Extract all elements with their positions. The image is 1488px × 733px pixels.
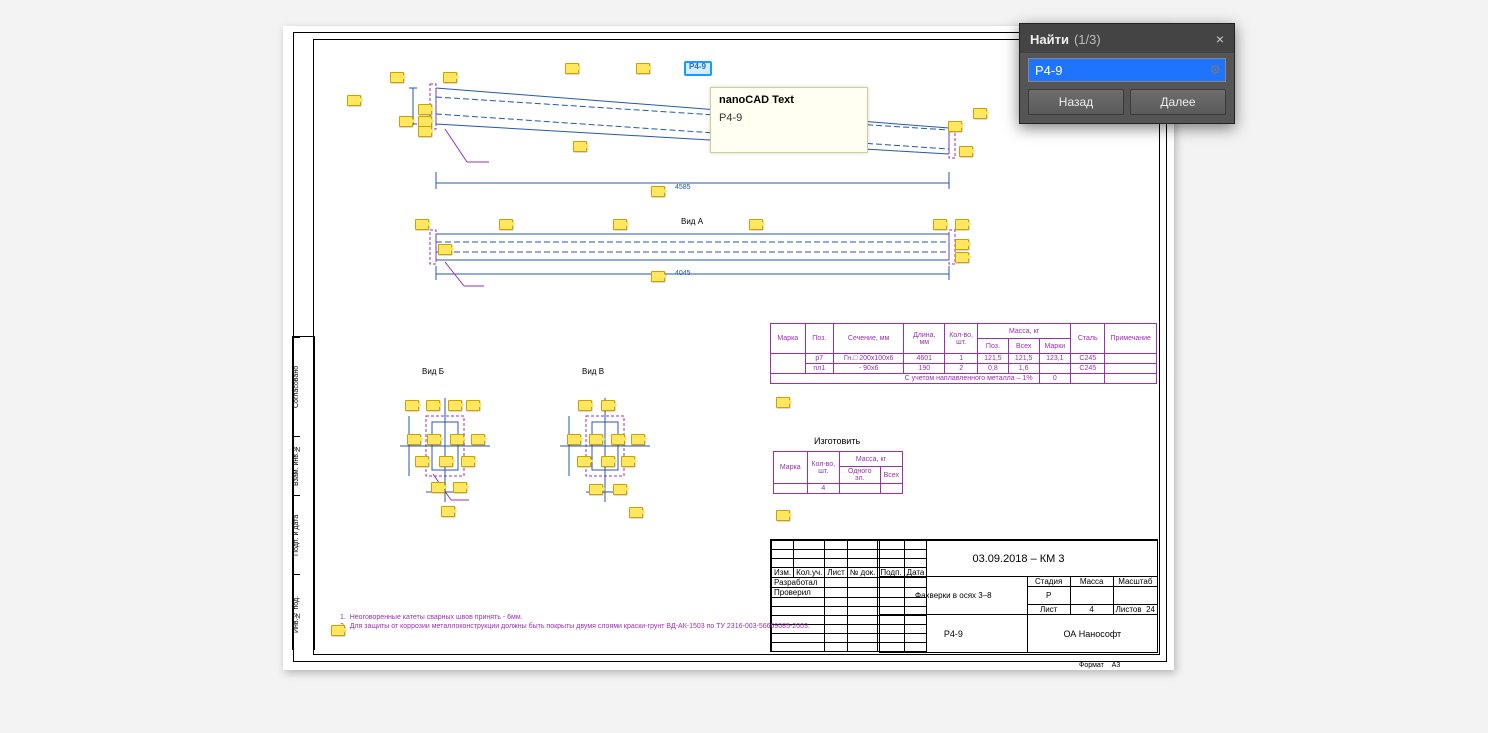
annotation-tag-icon[interactable]: [448, 400, 462, 411]
annotation-tag-icon[interactable]: [415, 219, 429, 230]
dim-label: 4045: [675, 270, 691, 277]
tooltip-title: nanoCAD Text: [719, 94, 859, 106]
annotation-tag-icon[interactable]: [443, 72, 457, 83]
annotation-tag-icon[interactable]: [461, 456, 475, 467]
annotation-tag-icon[interactable]: [601, 400, 615, 411]
view-a-label: Вид А: [681, 217, 703, 226]
annotation-tag-icon[interactable]: [331, 625, 345, 636]
annotation-tag-icon[interactable]: [431, 482, 445, 493]
annotation-tag-icon[interactable]: [399, 116, 413, 127]
annotation-tag-icon[interactable]: [567, 434, 581, 445]
notes: 1. Неоговоренные катеты сварных швов при…: [340, 613, 810, 631]
annotation-tag-icon[interactable]: [405, 400, 419, 411]
annotation-tag-icon[interactable]: [573, 141, 587, 152]
annotation-tag-icon[interactable]: [578, 400, 592, 411]
annotation-tag-icon[interactable]: [973, 108, 987, 119]
tooltip-value: Р4-9: [719, 112, 859, 124]
annotation-tag-icon[interactable]: [577, 456, 591, 467]
annotation-tag-icon[interactable]: [589, 434, 603, 445]
format-label: Формат А3: [1079, 662, 1120, 669]
annotation-tag-icon[interactable]: [418, 126, 432, 137]
bottom-beam-drawing: [409, 214, 961, 294]
annotation-tag-icon[interactable]: [407, 434, 421, 445]
view-v-label: Вид В: [582, 367, 604, 376]
annotation-tag-icon[interactable]: [651, 271, 665, 282]
annotation-tag-icon[interactable]: [601, 456, 615, 467]
annotation-tag-icon[interactable]: [933, 219, 947, 230]
binding-row: Взам. инв.№: [293, 436, 300, 495]
annotation-tag-icon[interactable]: [471, 434, 485, 445]
binding-strip: Согласовано Взам. инв.№ Подп. и дата Инв…: [292, 336, 315, 650]
binding-row: Согласовано: [293, 337, 300, 436]
annotation-tag-icon[interactable]: [629, 507, 643, 518]
top-beam-drawing: [409, 74, 961, 194]
find-next-button[interactable]: Далее: [1130, 89, 1226, 115]
find-prev-button[interactable]: Назад: [1028, 89, 1124, 115]
annotation-tag-icon[interactable]: [439, 456, 453, 467]
gear-icon[interactable]: ⚙: [1209, 62, 1221, 78]
annotation-tag-icon[interactable]: [636, 63, 650, 74]
annotation-tag-icon[interactable]: [427, 434, 441, 445]
close-icon[interactable]: ×: [1216, 31, 1224, 47]
annotation-tag-icon[interactable]: [651, 186, 665, 197]
annotation-tag-icon[interactable]: [589, 484, 603, 495]
spec-table-2: Марка Кол-во, шт. Масса, кг Одного эл.Вс…: [773, 451, 903, 494]
annotation-tag-icon[interactable]: [347, 95, 361, 106]
find-input[interactable]: [1028, 58, 1226, 82]
highlight-text: Р4-9: [689, 62, 706, 71]
annotation-tag-icon[interactable]: [613, 484, 627, 495]
annotation-tag-icon[interactable]: [621, 456, 635, 467]
annotation-tag-icon[interactable]: [959, 146, 973, 157]
annotation-tag-icon[interactable]: [390, 72, 404, 83]
annotation-tag-icon[interactable]: [418, 104, 432, 115]
annotation-tag-icon[interactable]: [453, 482, 467, 493]
title-block: Изм.Кол.уч.Лист№ док.Подп.Дата Разработа…: [770, 539, 1158, 652]
annotation-tag-icon[interactable]: [776, 510, 790, 521]
binding-row: Подп. и дата: [293, 495, 300, 574]
find-header[interactable]: Найти (1/3) ×: [1020, 24, 1234, 53]
hover-tooltip: nanoCAD Text Р4-9: [710, 87, 868, 153]
annotation-tag-icon[interactable]: [613, 219, 627, 230]
annotation-tag-icon[interactable]: [955, 219, 969, 230]
find-count: (1/3): [1074, 32, 1101, 47]
find-panel: Найти (1/3) × ⚙ Назад Далее: [1019, 23, 1235, 124]
annotation-tag-icon[interactable]: [466, 400, 480, 411]
annotation-tag-icon[interactable]: [441, 506, 455, 517]
find-title: Найти: [1030, 32, 1069, 47]
annotation-tag-icon[interactable]: [955, 252, 969, 263]
view-b-label: Вид Б: [422, 367, 444, 376]
annotation-tag-icon[interactable]: [631, 434, 645, 445]
dim-label: 4585: [675, 184, 691, 191]
binding-row: Инв.№ под.: [293, 574, 300, 653]
annotation-tag-icon[interactable]: [611, 434, 625, 445]
annotation-tag-icon[interactable]: [499, 219, 513, 230]
annotation-tag-icon[interactable]: [565, 63, 579, 74]
izgotovit-label: Изготовить: [814, 436, 860, 446]
annotation-tag-icon[interactable]: [438, 244, 452, 255]
annotation-tag-icon[interactable]: [948, 121, 962, 132]
spec-table-1: Марка Поз. Сечение, мм Длина, мм Кол-во,…: [770, 323, 1157, 384]
annotation-tag-icon[interactable]: [749, 219, 763, 230]
annotation-tag-icon[interactable]: [415, 456, 429, 467]
annotation-tag-icon[interactable]: [776, 397, 790, 408]
annotation-tag-icon[interactable]: [426, 400, 440, 411]
annotation-tag-icon[interactable]: [450, 434, 464, 445]
annotation-tag-icon[interactable]: [955, 239, 969, 250]
